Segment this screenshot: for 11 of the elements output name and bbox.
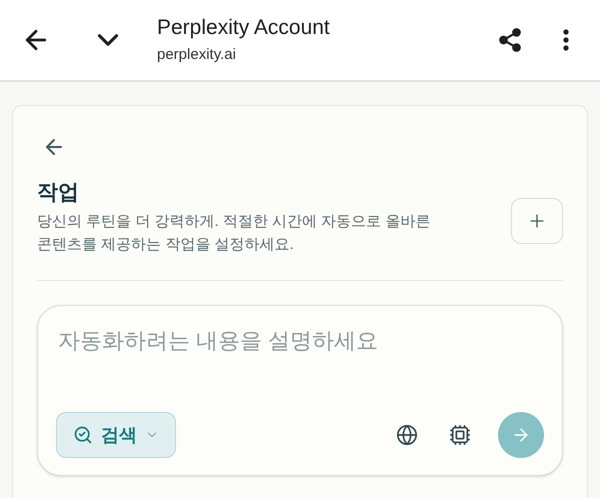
page-heading: 작업: [37, 180, 79, 206]
share-icon: [497, 27, 523, 53]
search-mode-button[interactable]: 검색: [56, 412, 176, 458]
page-url: perplexity.ai: [157, 45, 236, 65]
prompt-field[interactable]: 자동화하려는 내용을 설명하세요 검색: [37, 305, 563, 476]
chip-icon: [449, 424, 471, 446]
page-title: Perplexity Account: [157, 15, 330, 41]
search-icon: [73, 425, 93, 445]
description: 당신의 루틴을 더 강력하게. 적절한 시간에 자동으로 올바른 콘텐츠를 제공하는 작업을 설정하세요.: [37, 212, 432, 255]
more-icon: [563, 29, 569, 51]
globe-icon: [396, 424, 418, 446]
